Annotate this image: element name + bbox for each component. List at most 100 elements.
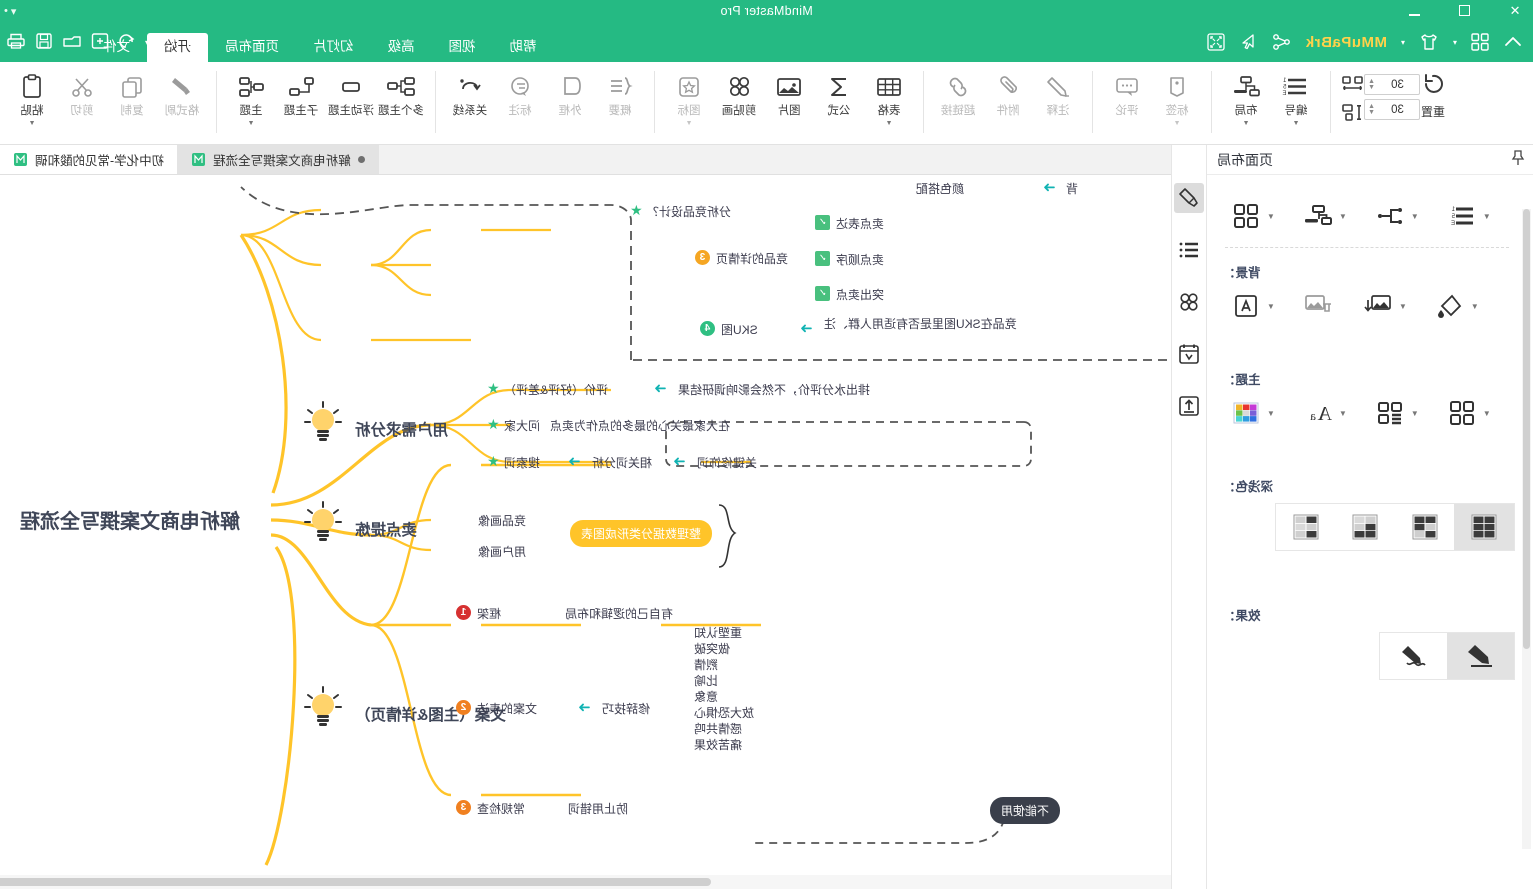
tab-slides[interactable]: 幻灯片 (296, 33, 371, 62)
theme-font-button[interactable]: Aa ▼ (1301, 396, 1347, 430)
multi-topic-button[interactable]: 多个主题 (376, 66, 426, 118)
canvas-horizontal-scrollbar[interactable] (0, 875, 1171, 889)
tag-button[interactable]: 标签 ▼ (1152, 66, 1202, 127)
node-cannot-use[interactable]: 不能使用 (990, 797, 1061, 824)
minimize-icon[interactable] (1405, 4, 1425, 19)
shade-option-2[interactable] (1336, 504, 1396, 550)
chevron-down-icon-2[interactable]: ▾ (1401, 38, 1405, 47)
close-icon[interactable]: ✕ (1505, 3, 1525, 19)
node-review-detail[interactable]: 排出水分评价，不然会影响调研结果 (678, 381, 870, 398)
panel-scrollbar[interactable] (1522, 209, 1531, 849)
shade-option-1[interactable] (1276, 504, 1336, 550)
numbering-dropdown-icon[interactable]: ▼ (1293, 120, 1300, 127)
mindmaster-logo-icon[interactable] (185, 31, 207, 54)
node-routine-check[interactable]: 常规检查 (477, 800, 525, 817)
copy-button[interactable]: 复制 (107, 66, 157, 118)
paste-button[interactable]: 粘贴 ▼ (7, 66, 57, 127)
tab-page-layout[interactable]: 页面布局 (208, 33, 296, 62)
document-tab-ecommerce[interactable]: 解析电商文案撰写全流程 (178, 145, 379, 174)
theme-gallery-button[interactable]: ▼ (1445, 396, 1491, 430)
share-nodes-icon[interactable] (1271, 33, 1291, 51)
node-rhetoric[interactable]: 修辞技巧 (602, 700, 650, 717)
new-icon[interactable] (91, 32, 109, 53)
vertical-spacing-input[interactable]: ▲ ▼ 30 (1364, 99, 1420, 120)
branch-title-selling-point[interactable]: 卖点提炼 (355, 518, 417, 540)
spinner-arrows-h[interactable]: ▲ ▼ (1368, 78, 1375, 91)
effect-option-wave[interactable] (1380, 633, 1447, 679)
branch-dropdown-icon[interactable]: ▼ (1411, 212, 1419, 221)
node-color-match-child[interactable]: 背 (1066, 180, 1078, 197)
panel-scroll-thumb[interactable] (1523, 209, 1530, 649)
layout-dropdown-icon[interactable]: ▼ (1243, 120, 1250, 127)
table-button[interactable]: 表格 ▼ (864, 66, 914, 127)
open-folder-icon[interactable] (62, 32, 82, 53)
theme-layout-dropdown-icon[interactable]: ▼ (1411, 409, 1419, 418)
pin-icon[interactable] (1511, 150, 1525, 169)
layout-picker[interactable]: ▼ (1301, 199, 1347, 233)
structure-dropdown-icon[interactable]: ▼ (1267, 212, 1275, 221)
background-image-button[interactable]: ▼ (1361, 289, 1407, 323)
tab-advanced[interactable]: 高级 (371, 33, 432, 62)
node-framework[interactable]: 框架 (477, 605, 501, 622)
effect-option-line[interactable] (1447, 633, 1514, 679)
node-color-match[interactable]: 颜色搭配 (916, 180, 964, 197)
summary-button[interactable]: 概要 (595, 66, 645, 118)
undo-icon[interactable] (118, 33, 136, 52)
paste-dropdown-icon[interactable]: ▼ (29, 120, 36, 127)
node-search-word[interactable]: 搜索词 (504, 454, 540, 471)
node-competitor-detail-page[interactable]: 竞品的详情页 (716, 250, 788, 267)
chevron-up-icon[interactable] (1503, 32, 1523, 52)
grid-apps-icon[interactable] (1471, 33, 1489, 51)
numbering-dropdown-icon[interactable]: ▼ (1483, 212, 1491, 221)
background-fill-button[interactable]: ▼ (1229, 289, 1275, 323)
subtopic-button[interactable]: 子主题 (276, 66, 326, 118)
theme-color-button[interactable]: ▼ (1229, 396, 1275, 430)
node-modifier-word[interactable]: 关键修饰词 (697, 454, 757, 471)
redo-caret-icon[interactable]: ▾ (145, 38, 149, 47)
theme-layout-button[interactable]: ▼ (1373, 396, 1419, 430)
table-dropdown-icon[interactable]: ▼ (886, 120, 893, 127)
node-sku-image[interactable]: SKU图 (721, 321, 758, 338)
note-button[interactable]: 注释 (1033, 66, 1083, 118)
node-related-word[interactable]: 相关词分析 (592, 454, 652, 471)
clipart-button[interactable]: 剪贴画 (714, 66, 764, 118)
canvas-scroll-thumb[interactable] (0, 878, 711, 886)
theme-gallery-dropdown-icon[interactable]: ▼ (1483, 409, 1491, 418)
tab-help[interactable]: 帮助 (493, 33, 554, 62)
fullscreen-icon[interactable] (1207, 33, 1226, 51)
numbering-button[interactable]: 15E 编号 ▼ (1271, 66, 1321, 127)
comment-button[interactable]: 评论 (1102, 66, 1152, 118)
mindmap-canvas[interactable]: 解析电商文案撰写全流程 用户需求分析 ★ 评价（好评&差评） ➜ 排出水分评价，… (0, 175, 1171, 875)
background-fill-dropdown-icon[interactable]: ▼ (1267, 302, 1275, 311)
horizontal-spacing-input[interactable]: ▲ ▼ 30 (1364, 74, 1420, 95)
structure-picker[interactable]: ▼ (1229, 199, 1275, 233)
v-spacing-icon[interactable] (1340, 103, 1364, 126)
document-tab-chemistry[interactable]: 初中化学-常见的酸和碉 (0, 145, 179, 174)
branch-picker[interactable]: ▼ (1373, 199, 1419, 233)
export-icon[interactable] (1174, 391, 1204, 421)
picture-button[interactable]: 图片 (764, 66, 814, 118)
icon-gallery-button[interactable]: 图标 ▼ (664, 66, 714, 127)
background-color-button[interactable]: ▼ (1433, 289, 1479, 323)
cut-button[interactable]: 剪切 (57, 66, 107, 118)
float-topic-button[interactable]: 浮动主题 (326, 66, 376, 118)
attachment-button[interactable]: 附件 (983, 66, 1033, 118)
tab-view[interactable]: 视图 (432, 33, 493, 62)
theme-color-dropdown-icon[interactable]: ▼ (1267, 409, 1275, 418)
node-check-selling-expression[interactable]: 卖点表达 (836, 215, 884, 232)
shirt-theme-icon[interactable] (1419, 33, 1439, 51)
calendar-icon[interactable] (1174, 339, 1204, 369)
background-color-dropdown-icon[interactable]: ▼ (1471, 302, 1479, 311)
node-ask-everyone[interactable]: 问大家 (504, 417, 540, 434)
node-sku-detail[interactable]: 竞品在SKU图里是否有适用人群、注 (824, 315, 1029, 332)
hyperlink-button[interactable]: 超链接 (933, 66, 983, 118)
node-check-selling-order[interactable]: 卖点顺序 (836, 251, 884, 268)
rhetoric-list[interactable]: 重塑认知 做突破 煭情 比喻 意象 放大恐惧心 感情共鸣 痛苦效果 (694, 625, 754, 753)
boundary-button[interactable]: 外框 (545, 66, 595, 118)
node-competitor-profile[interactable]: 竞品画像 (478, 512, 526, 529)
node-ask-everyone-detail[interactable]: 在大家最关心的最多的点作为卖点 (550, 417, 730, 434)
topic-dropdown-icon[interactable]: ▼ (248, 120, 255, 127)
h-spacing-icon[interactable] (1340, 74, 1364, 97)
branch-title-user-needs[interactable]: 用户需求分析 (355, 418, 448, 440)
redo-icon[interactable] (158, 33, 176, 52)
